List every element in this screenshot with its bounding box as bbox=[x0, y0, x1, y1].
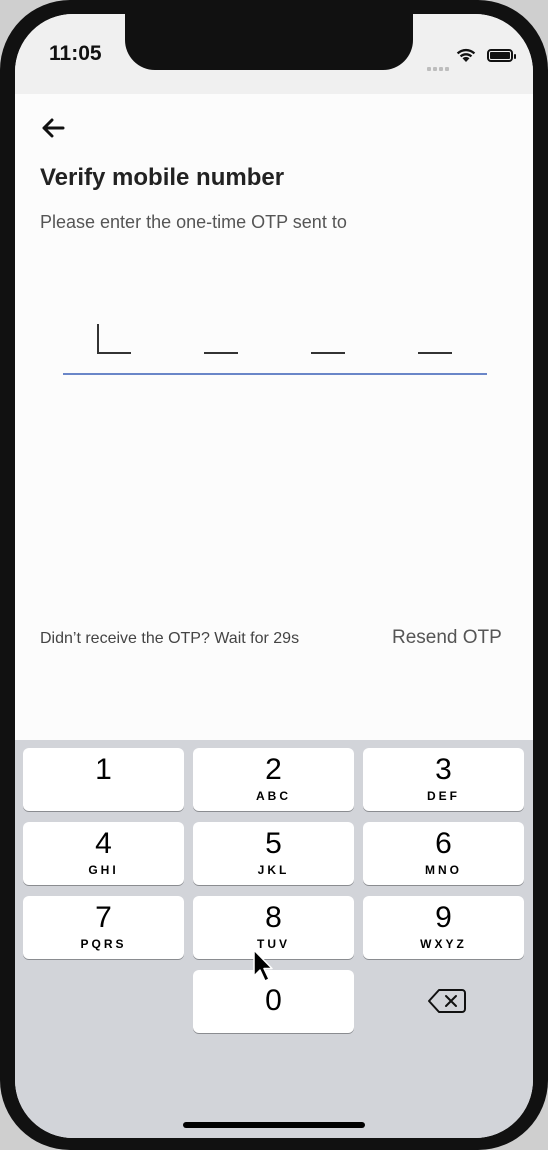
key-5[interactable]: 5 JKL bbox=[193, 822, 354, 885]
home-indicator bbox=[183, 1122, 365, 1128]
key-3[interactable]: 3 DEF bbox=[363, 748, 524, 811]
key-6[interactable]: 6 MNO bbox=[363, 822, 524, 885]
otp-input[interactable] bbox=[63, 294, 487, 384]
page-subtitle: Please enter the one-time OTP sent to bbox=[40, 212, 347, 232]
otp-digit-3[interactable] bbox=[311, 324, 345, 354]
status-bar: 11:05 bbox=[15, 14, 533, 94]
key-9[interactable]: 9 WXYZ bbox=[363, 896, 524, 959]
phone-frame: 11:05 Verify mobile number Please enter … bbox=[0, 0, 548, 1150]
signal-icon bbox=[427, 58, 451, 76]
numeric-keypad: 1 2 ABC 3 DEF 4 GHI 5 JKL 6 MNO 7 PQRS 8… bbox=[15, 740, 533, 1138]
key-1[interactable]: 1 bbox=[23, 748, 184, 811]
wifi-icon bbox=[456, 48, 476, 62]
text-caret bbox=[97, 324, 99, 354]
otp-digit-2[interactable] bbox=[204, 324, 238, 354]
notch bbox=[125, 14, 413, 70]
backspace-icon[interactable] bbox=[427, 986, 467, 1016]
battery-icon bbox=[487, 49, 516, 62]
page-title: Verify mobile number bbox=[40, 164, 285, 191]
mouse-cursor-icon bbox=[253, 949, 273, 982]
status-time: 11:05 bbox=[49, 42, 102, 65]
back-arrow-icon[interactable] bbox=[35, 110, 71, 146]
key-7[interactable]: 7 PQRS bbox=[23, 896, 184, 959]
otp-digit-1[interactable] bbox=[97, 324, 131, 354]
key-2[interactable]: 2 ABC bbox=[193, 748, 354, 811]
otp-digit-4[interactable] bbox=[418, 324, 452, 354]
key-4[interactable]: 4 GHI bbox=[23, 822, 184, 885]
resend-countdown-text: Didn’t receive the OTP? Wait for 29s bbox=[40, 630, 300, 647]
otp-underline bbox=[63, 373, 487, 375]
screen: 11:05 Verify mobile number Please enter … bbox=[15, 14, 533, 1138]
resend-otp-button[interactable]: Resend OTP bbox=[392, 627, 502, 649]
